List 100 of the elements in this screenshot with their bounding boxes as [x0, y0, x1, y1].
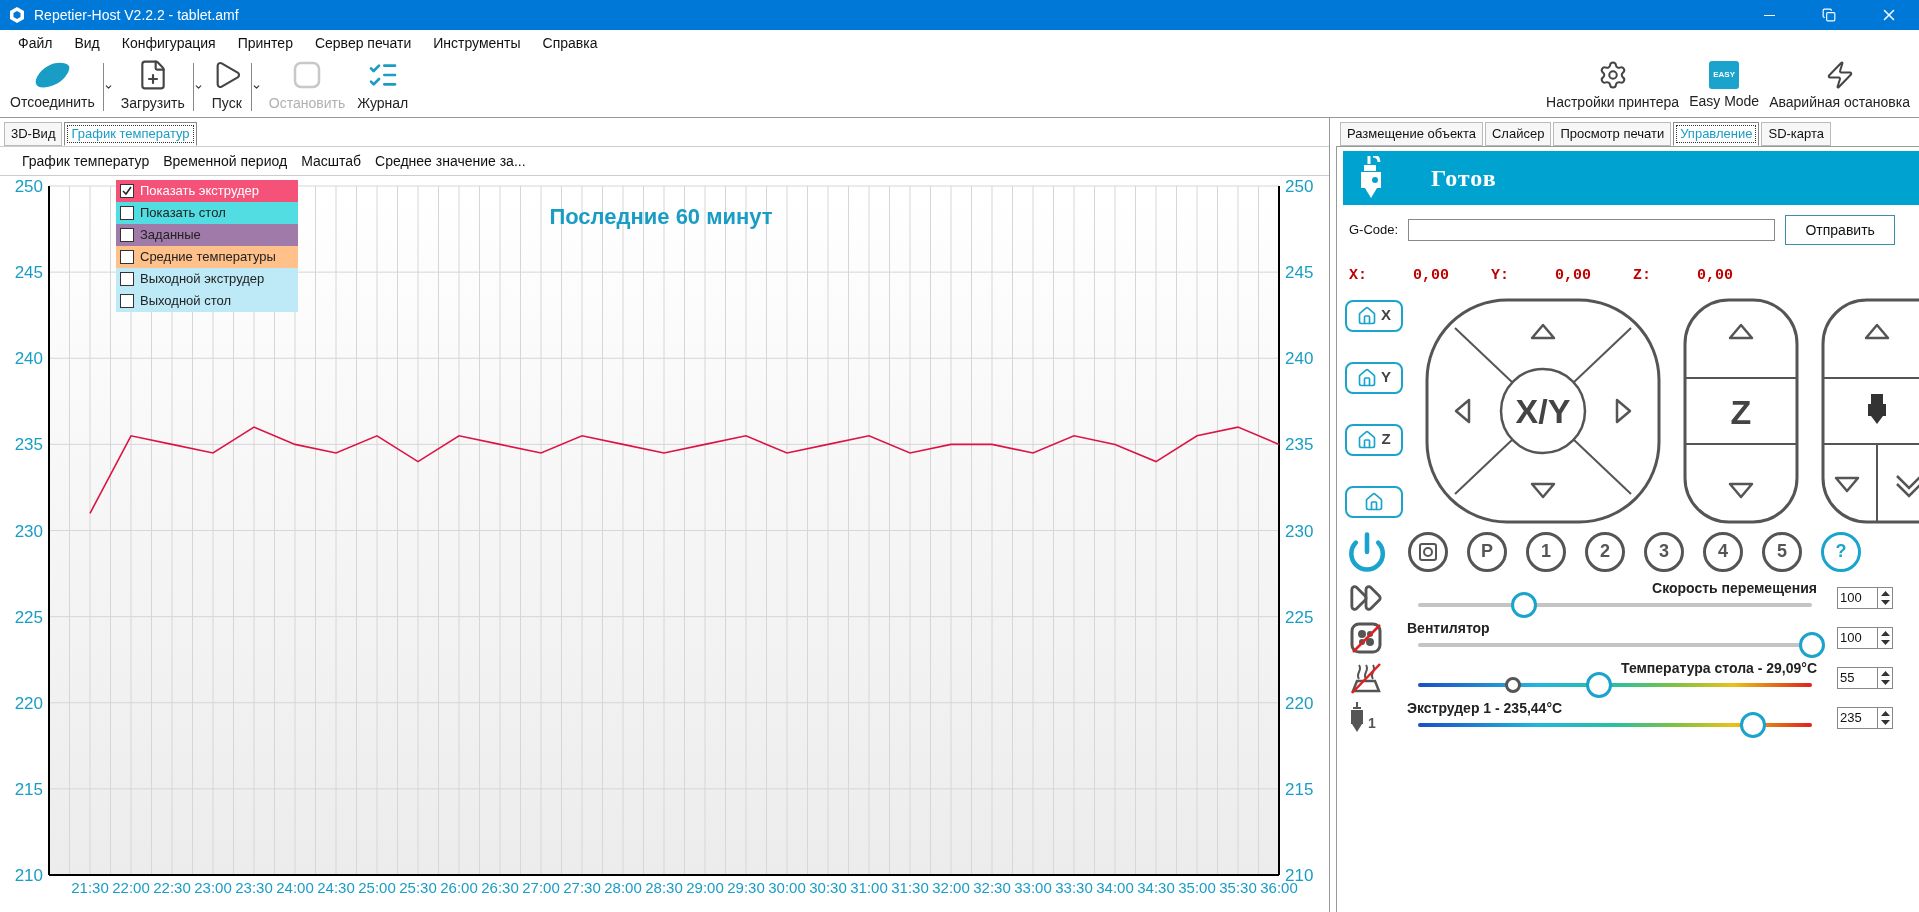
axis-label: 225 — [1285, 607, 1314, 627]
toolbar-button[interactable]: Отсоединить — [4, 56, 101, 117]
axis-label: 215 — [1285, 779, 1314, 799]
axis-label: 28:00 — [604, 879, 642, 896]
spinner-icon[interactable] — [1877, 626, 1893, 649]
dropdown-button[interactable] — [192, 62, 203, 111]
menu-item[interactable]: Вид — [74, 32, 100, 54]
legend-item[interactable]: Средние температуры — [116, 246, 298, 268]
preset-button[interactable]: P — [1467, 531, 1507, 572]
tab[interactable]: SD-карта — [1761, 122, 1832, 146]
slider-thumb[interactable] — [1799, 631, 1825, 658]
legend-item[interactable]: Выходной экструдер — [116, 268, 298, 290]
spinner-icon[interactable] — [1877, 666, 1893, 689]
checkbox[interactable] — [120, 184, 134, 198]
axis-label: 245 — [1285, 263, 1314, 283]
axis-label: 22:30 — [153, 879, 191, 896]
z-jog-pad-drawing[interactable] — [1683, 298, 1799, 523]
coordinate-label: Y: — [1491, 266, 1510, 286]
checkbox[interactable] — [120, 250, 134, 264]
tab[interactable]: Размещение объекта — [1340, 122, 1483, 146]
menu-item[interactable]: Файл — [18, 32, 53, 54]
axis-label: 220 — [14, 693, 43, 713]
tab[interactable]: 3D-Вид — [4, 122, 63, 146]
toolbar-button[interactable]: Загрузить — [114, 56, 191, 117]
menu-item[interactable]: Справка — [542, 32, 598, 54]
toolbar-button[interactable]: Пуск — [204, 56, 249, 117]
axis-label: 235 — [1285, 435, 1314, 455]
number-field[interactable]: 100 — [1837, 626, 1877, 649]
axis-label: 23:30 — [235, 879, 273, 896]
menu-item[interactable]: Принтер — [237, 32, 293, 54]
toolbar-button[interactable]: Журнал — [351, 56, 415, 117]
menu-item[interactable]: Инструменты — [433, 32, 521, 54]
tab[interactable]: Слайсер — [1485, 122, 1552, 146]
chart-title: Последние 60 минут — [549, 204, 773, 229]
menu-item[interactable]: Масштаб — [301, 150, 362, 172]
xy-label: X/Y — [1515, 391, 1571, 430]
axis-label: 24:00 — [276, 879, 314, 896]
spinner-icon[interactable] — [1877, 706, 1893, 729]
menu-item[interactable]: Сервер печати — [314, 32, 412, 54]
axis-label: 33:00 — [1014, 879, 1052, 896]
legend-item[interactable]: Показать стол — [116, 202, 298, 224]
spinner-icon[interactable] — [1877, 586, 1893, 609]
status-text: Готов — [1431, 164, 1497, 193]
restore-icon — [1822, 8, 1836, 22]
home-icon — [1364, 491, 1384, 512]
coordinate-value: 0,00 — [1413, 266, 1450, 286]
toolbar-button[interactable]: EASY Easy Mode — [1684, 56, 1765, 117]
legend-item[interactable]: Выходной стол — [116, 290, 298, 312]
slider-thumb[interactable] — [1586, 671, 1613, 698]
preset-button[interactable]: 5 — [1762, 531, 1802, 572]
axis-label: 230 — [14, 521, 43, 541]
coordinate-label: X: — [1349, 266, 1367, 286]
window-title: Repetier-Host V2.2.2 - tablet.amf — [34, 5, 239, 25]
number-field[interactable]: 100 — [1837, 586, 1877, 609]
legend-item[interactable]: Заданные — [116, 224, 298, 246]
menu-item[interactable]: График температур — [22, 150, 150, 172]
slider-label: Экструдер 1 - 235,44°C — [1407, 698, 1563, 718]
easy-badge-icon: EASY — [1709, 61, 1740, 89]
send-button[interactable]: Отправить — [1785, 215, 1896, 245]
preset-button[interactable]: 1 — [1526, 531, 1566, 572]
axis-label: 26:00 — [440, 879, 478, 896]
checkbox[interactable] — [120, 294, 134, 308]
axis-label: 23:00 — [194, 879, 232, 896]
preset-button[interactable]: 4 — [1703, 531, 1743, 572]
dropdown-button[interactable] — [102, 62, 113, 111]
menu-item[interactable]: Среднее значение за... — [375, 150, 526, 172]
checkbox[interactable] — [120, 206, 134, 220]
tab[interactable]: Просмотр печати — [1553, 122, 1672, 146]
coordinate-value: 0,00 — [1555, 266, 1592, 286]
axis-label: 34:00 — [1096, 879, 1134, 896]
home-button[interactable]: X — [1345, 299, 1403, 332]
gcode-field[interactable] — [1408, 219, 1776, 241]
menu-item[interactable]: Конфигурация — [121, 32, 216, 54]
home-button[interactable]: Y — [1345, 361, 1403, 394]
axis-label: 25:00 — [358, 879, 396, 896]
toolbar-button[interactable]: Настройки принтера — [1541, 56, 1685, 117]
checkbox[interactable] — [120, 272, 134, 286]
preset-button[interactable]: 3 — [1644, 531, 1684, 572]
number-field[interactable]: 235 — [1837, 706, 1877, 729]
extruder-jog-pad-drawing[interactable] — [1821, 298, 1919, 523]
toolbar-button[interactable]: Аварийная остановка — [1764, 56, 1915, 117]
home-button[interactable] — [1345, 485, 1403, 518]
home-button[interactable]: Z — [1345, 423, 1403, 456]
number-field[interactable]: 55 — [1837, 666, 1877, 689]
preset-button[interactable]: 2 — [1585, 531, 1625, 572]
axis-label: 31:30 — [891, 879, 929, 896]
axis-label: 30:30 — [809, 879, 847, 896]
axis-label: 250 — [1285, 177, 1314, 196]
menu-item[interactable]: Временной период — [163, 150, 288, 172]
axis-label: 245 — [14, 263, 43, 283]
slider-thumb[interactable] — [1511, 591, 1538, 618]
slider-label: Вентилятор — [1407, 618, 1490, 638]
axis-label: 31:00 — [850, 879, 888, 896]
slider-thumb[interactable] — [1739, 711, 1766, 738]
axis-label: 28:30 — [645, 879, 683, 896]
axis-label: 33:30 — [1055, 879, 1093, 896]
axis-label: 225 — [14, 607, 43, 627]
home-icon — [1357, 429, 1378, 450]
dropdown-button[interactable] — [250, 62, 261, 111]
checkbox[interactable] — [120, 228, 134, 242]
